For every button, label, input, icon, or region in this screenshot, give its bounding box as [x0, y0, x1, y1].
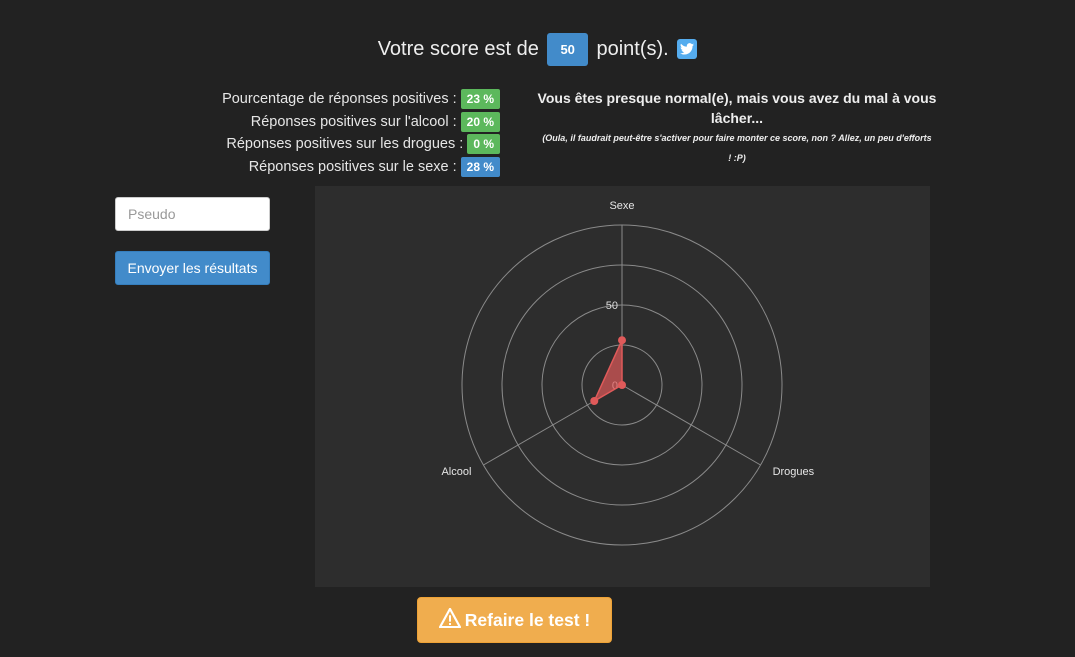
radar-svg: 050SexeDroguesAlcool: [441, 200, 815, 546]
radar-category-label: Alcool: [441, 466, 471, 478]
score-line: Votre score est de 50 point(s).: [0, 33, 1075, 66]
submit-results-button[interactable]: Envoyer les résultats: [115, 251, 270, 285]
stat-label: Réponses positives sur l'alcool :: [250, 113, 457, 130]
stat-label: Réponses positives sur les drogues :: [226, 136, 464, 153]
radar-category-label: Drogues: [773, 466, 815, 478]
warning-icon: [438, 607, 461, 633]
twitter-share-button[interactable]: [677, 38, 698, 59]
pseudo-input[interactable]: [115, 197, 270, 231]
stat-row-total: Pourcentage de réponses positives : 23 %: [100, 88, 500, 111]
twitter-icon: [680, 42, 695, 55]
radar-axis-line: [621, 384, 761, 466]
verdict: Vous êtes presque normal(e), mais vous a…: [530, 88, 944, 168]
radar-data-point: [618, 336, 626, 345]
score-suffix: point(s).: [596, 38, 669, 60]
stat-label: Pourcentage de réponses positives :: [222, 91, 457, 108]
stat-row-alcool: Réponses positives sur l'alcool : 20 %: [100, 111, 500, 134]
retry-button[interactable]: Refaire le test !: [417, 597, 612, 643]
stat-row-sexe: Réponses positives sur le sexe : 28 %: [100, 156, 500, 179]
stat-badge: 20 %: [460, 111, 500, 132]
radar-data-point: [618, 381, 626, 389]
radar-data-point: [590, 397, 599, 405]
radar-tick-label: 50: [606, 300, 618, 312]
radar-category-label: Sexe: [609, 200, 634, 212]
stat-label: Réponses positives sur le sexe :: [248, 158, 457, 175]
verdict-subtitle: (Oula, il faudrait peut-être s'activer p…: [542, 133, 932, 163]
radar-chart: 050SexeDroguesAlcool: [315, 186, 930, 587]
stat-badge: 0 %: [467, 134, 500, 155]
score-badge: 50: [547, 33, 588, 66]
stat-badge: 28 %: [460, 156, 500, 177]
score-prefix: Votre score est de: [377, 38, 539, 60]
stat-badge: 23 %: [460, 89, 500, 110]
verdict-title: Vous êtes presque normal(e), mais vous a…: [537, 90, 937, 126]
stats-list: Pourcentage de réponses positives : 23 %…: [100, 88, 500, 178]
stat-row-drogues: Réponses positives sur les drogues : 0 %: [100, 133, 500, 156]
retry-label: Refaire le test !: [464, 609, 591, 630]
